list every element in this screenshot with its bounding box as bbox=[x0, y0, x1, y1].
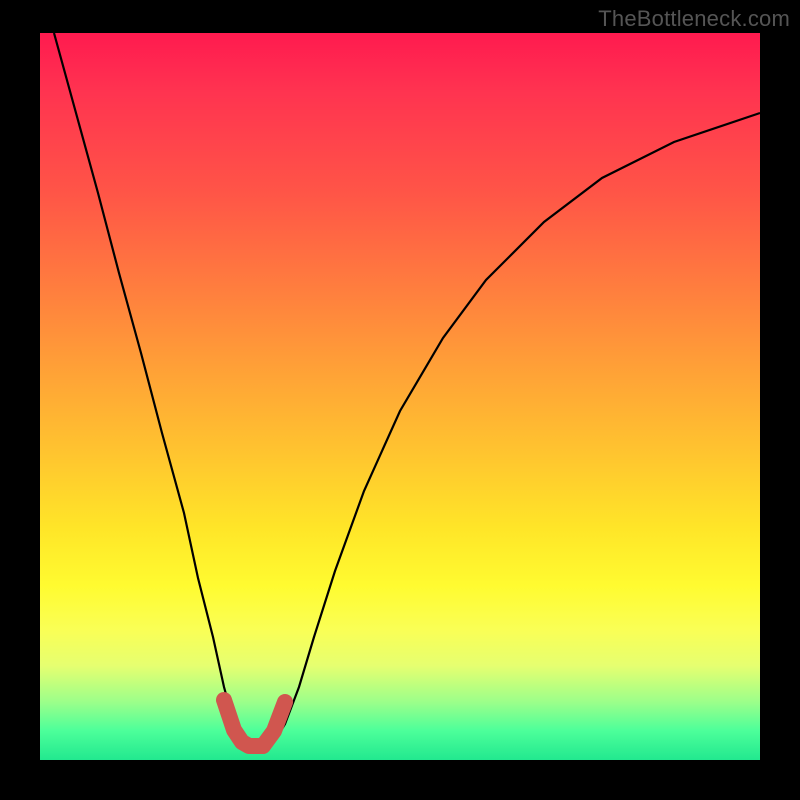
watermark-text: TheBottleneck.com bbox=[598, 6, 790, 32]
optimal-region-marker bbox=[224, 700, 285, 746]
chart-frame: TheBottleneck.com bbox=[0, 0, 800, 800]
chart-svg bbox=[40, 33, 760, 760]
chart-plot-area bbox=[40, 33, 760, 760]
bottleneck-curve-line bbox=[54, 33, 760, 749]
